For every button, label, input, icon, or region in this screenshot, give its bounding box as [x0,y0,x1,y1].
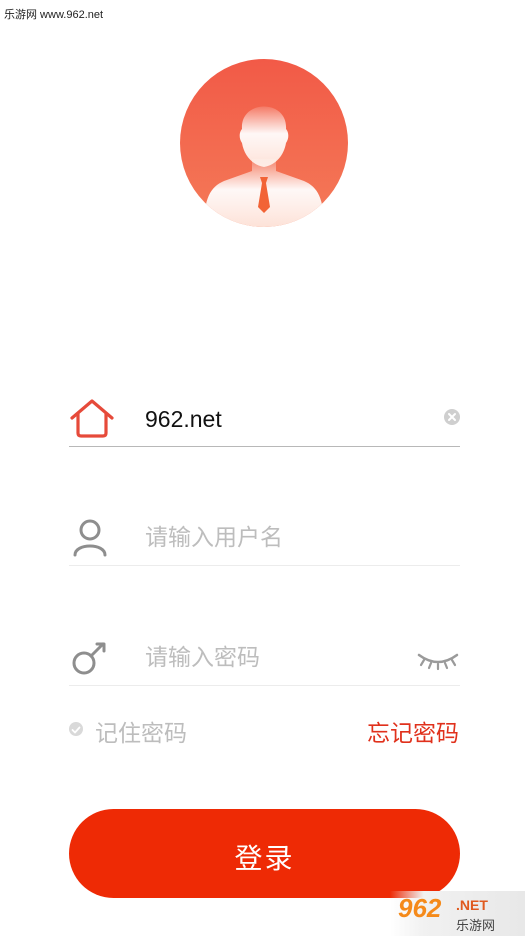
home-icon [69,398,114,440]
eye-closed-icon[interactable] [416,647,460,671]
key-icon [69,637,111,679]
watermark-text: 乐游网 www.962.net [4,9,104,21]
corner-logo: 962 .NET 乐游网 [390,891,525,936]
logo-suffix: .NET [456,897,488,913]
password-input[interactable]: 请输入密码 [145,643,260,673]
user-avatar-icon [204,106,324,227]
logo-cn: 乐游网 [456,919,496,934]
login-button[interactable]: 登录 [69,809,460,898]
remember-label: 记住密码 [95,721,187,747]
forgot-password-link[interactable]: 忘记密码 [367,714,459,748]
username-input[interactable]: 请输入用户名 [145,523,283,553]
server-field[interactable]: 962.net [69,386,460,447]
user-icon [69,517,111,559]
username-field[interactable]: 请输入用户名 [69,505,460,566]
password-field[interactable]: 请输入密码 [69,625,460,686]
checkbox-icon[interactable] [69,722,83,736]
clear-icon[interactable] [444,409,460,425]
logo-brand: 962 [398,893,442,923]
avatar [180,59,348,227]
login-label: 登录 [234,842,295,875]
server-value[interactable]: 962.net [145,404,222,434]
